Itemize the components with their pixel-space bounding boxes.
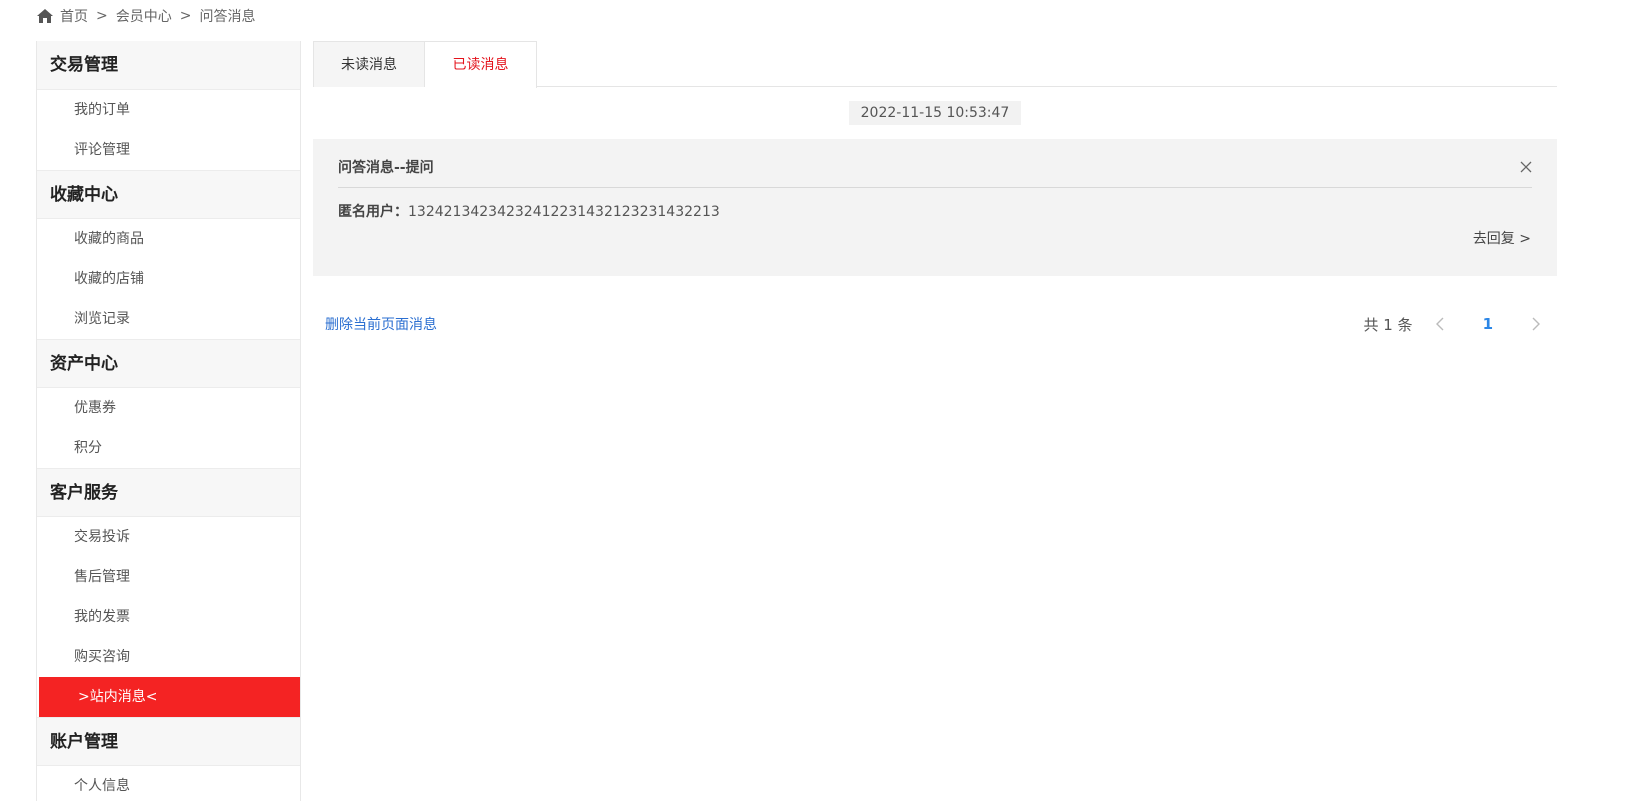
message-body: 匿名用户：13242134234232412231432123231432213 <box>338 201 1532 221</box>
reply-link[interactable]: 去回复 > <box>1473 228 1531 248</box>
sidebar-item-reviews[interactable]: 评论管理 <box>37 130 300 170</box>
message-tabs: 未读消息 已读消息 <box>313 41 1557 88</box>
sidebar-group-service: 客户服务 <box>37 468 300 517</box>
sidebar-item-site-messages[interactable]: >站内消息< <box>39 677 300 717</box>
sidebar-item-fav-shops[interactable]: 收藏的店铺 <box>37 259 300 299</box>
pagination-total: 共 1 条 <box>1363 315 1413 334</box>
breadcrumb-separator: > <box>96 8 108 24</box>
sidebar-item-points[interactable]: 积分 <box>37 428 300 468</box>
sidebar-group-assets: 资产中心 <box>37 339 300 388</box>
message-user-content: 13242134234232412231432123231432213 <box>408 204 720 220</box>
delete-page-messages-link[interactable]: 删除当前页面消息 <box>325 314 437 334</box>
sidebar-item-fav-products[interactable]: 收藏的商品 <box>37 219 300 259</box>
timestamp-row: 2022-11-15 10:53:47 <box>313 101 1557 125</box>
message-card: 问答消息--提问 匿名用户：13242134234232412231432123… <box>313 139 1557 276</box>
sidebar-item-my-orders[interactable]: 我的订单 <box>37 90 300 130</box>
sidebar-group-account: 账户管理 <box>37 717 300 766</box>
home-icon <box>37 9 53 23</box>
chevron-right-icon[interactable] <box>1531 317 1541 331</box>
breadcrumb: 首页 > 会员中心 > 问答消息 <box>36 4 255 28</box>
sidebar-item-complaints[interactable]: 交易投诉 <box>37 517 300 557</box>
sidebar-item-history[interactable]: 浏览记录 <box>37 299 300 339</box>
sidebar: 交易管理 我的订单 评论管理 收藏中心 收藏的商品 收藏的店铺 浏览记录 资产中… <box>36 41 301 801</box>
sidebar-item-consult[interactable]: 购买咨询 <box>37 637 300 677</box>
message-header: 问答消息--提问 <box>338 157 1532 188</box>
breadcrumb-member-center[interactable]: 会员中心 <box>116 6 172 26</box>
breadcrumb-home[interactable]: 首页 <box>60 6 88 26</box>
sidebar-group-trade: 交易管理 <box>37 41 300 90</box>
sidebar-item-invoices[interactable]: 我的发票 <box>37 597 300 637</box>
sidebar-item-after-sales[interactable]: 售后管理 <box>37 557 300 597</box>
sidebar-group-favorites: 收藏中心 <box>37 170 300 219</box>
sidebar-item-coupons[interactable]: 优惠券 <box>37 388 300 428</box>
tab-unread[interactable]: 未读消息 <box>313 41 425 87</box>
breadcrumb-separator: > <box>179 8 192 24</box>
close-icon[interactable] <box>1520 161 1532 173</box>
message-timestamp: 2022-11-15 10:53:47 <box>848 101 1022 125</box>
pagination: 共 1 条 1 <box>1363 314 1541 335</box>
chevron-left-icon[interactable] <box>1435 317 1445 331</box>
tab-read[interactable]: 已读消息 <box>425 41 537 88</box>
pagination-page[interactable]: 1 <box>1483 315 1493 333</box>
message-user-label: 匿名用户： <box>338 204 408 220</box>
main-content: 未读消息 已读消息 2022-11-15 10:53:47 问答消息--提问 匿… <box>313 41 1557 336</box>
message-title: 问答消息--提问 <box>338 160 434 176</box>
breadcrumb-current: 问答消息 <box>199 9 256 25</box>
bottom-bar: 删除当前页面消息 共 1 条 1 <box>313 312 1557 336</box>
